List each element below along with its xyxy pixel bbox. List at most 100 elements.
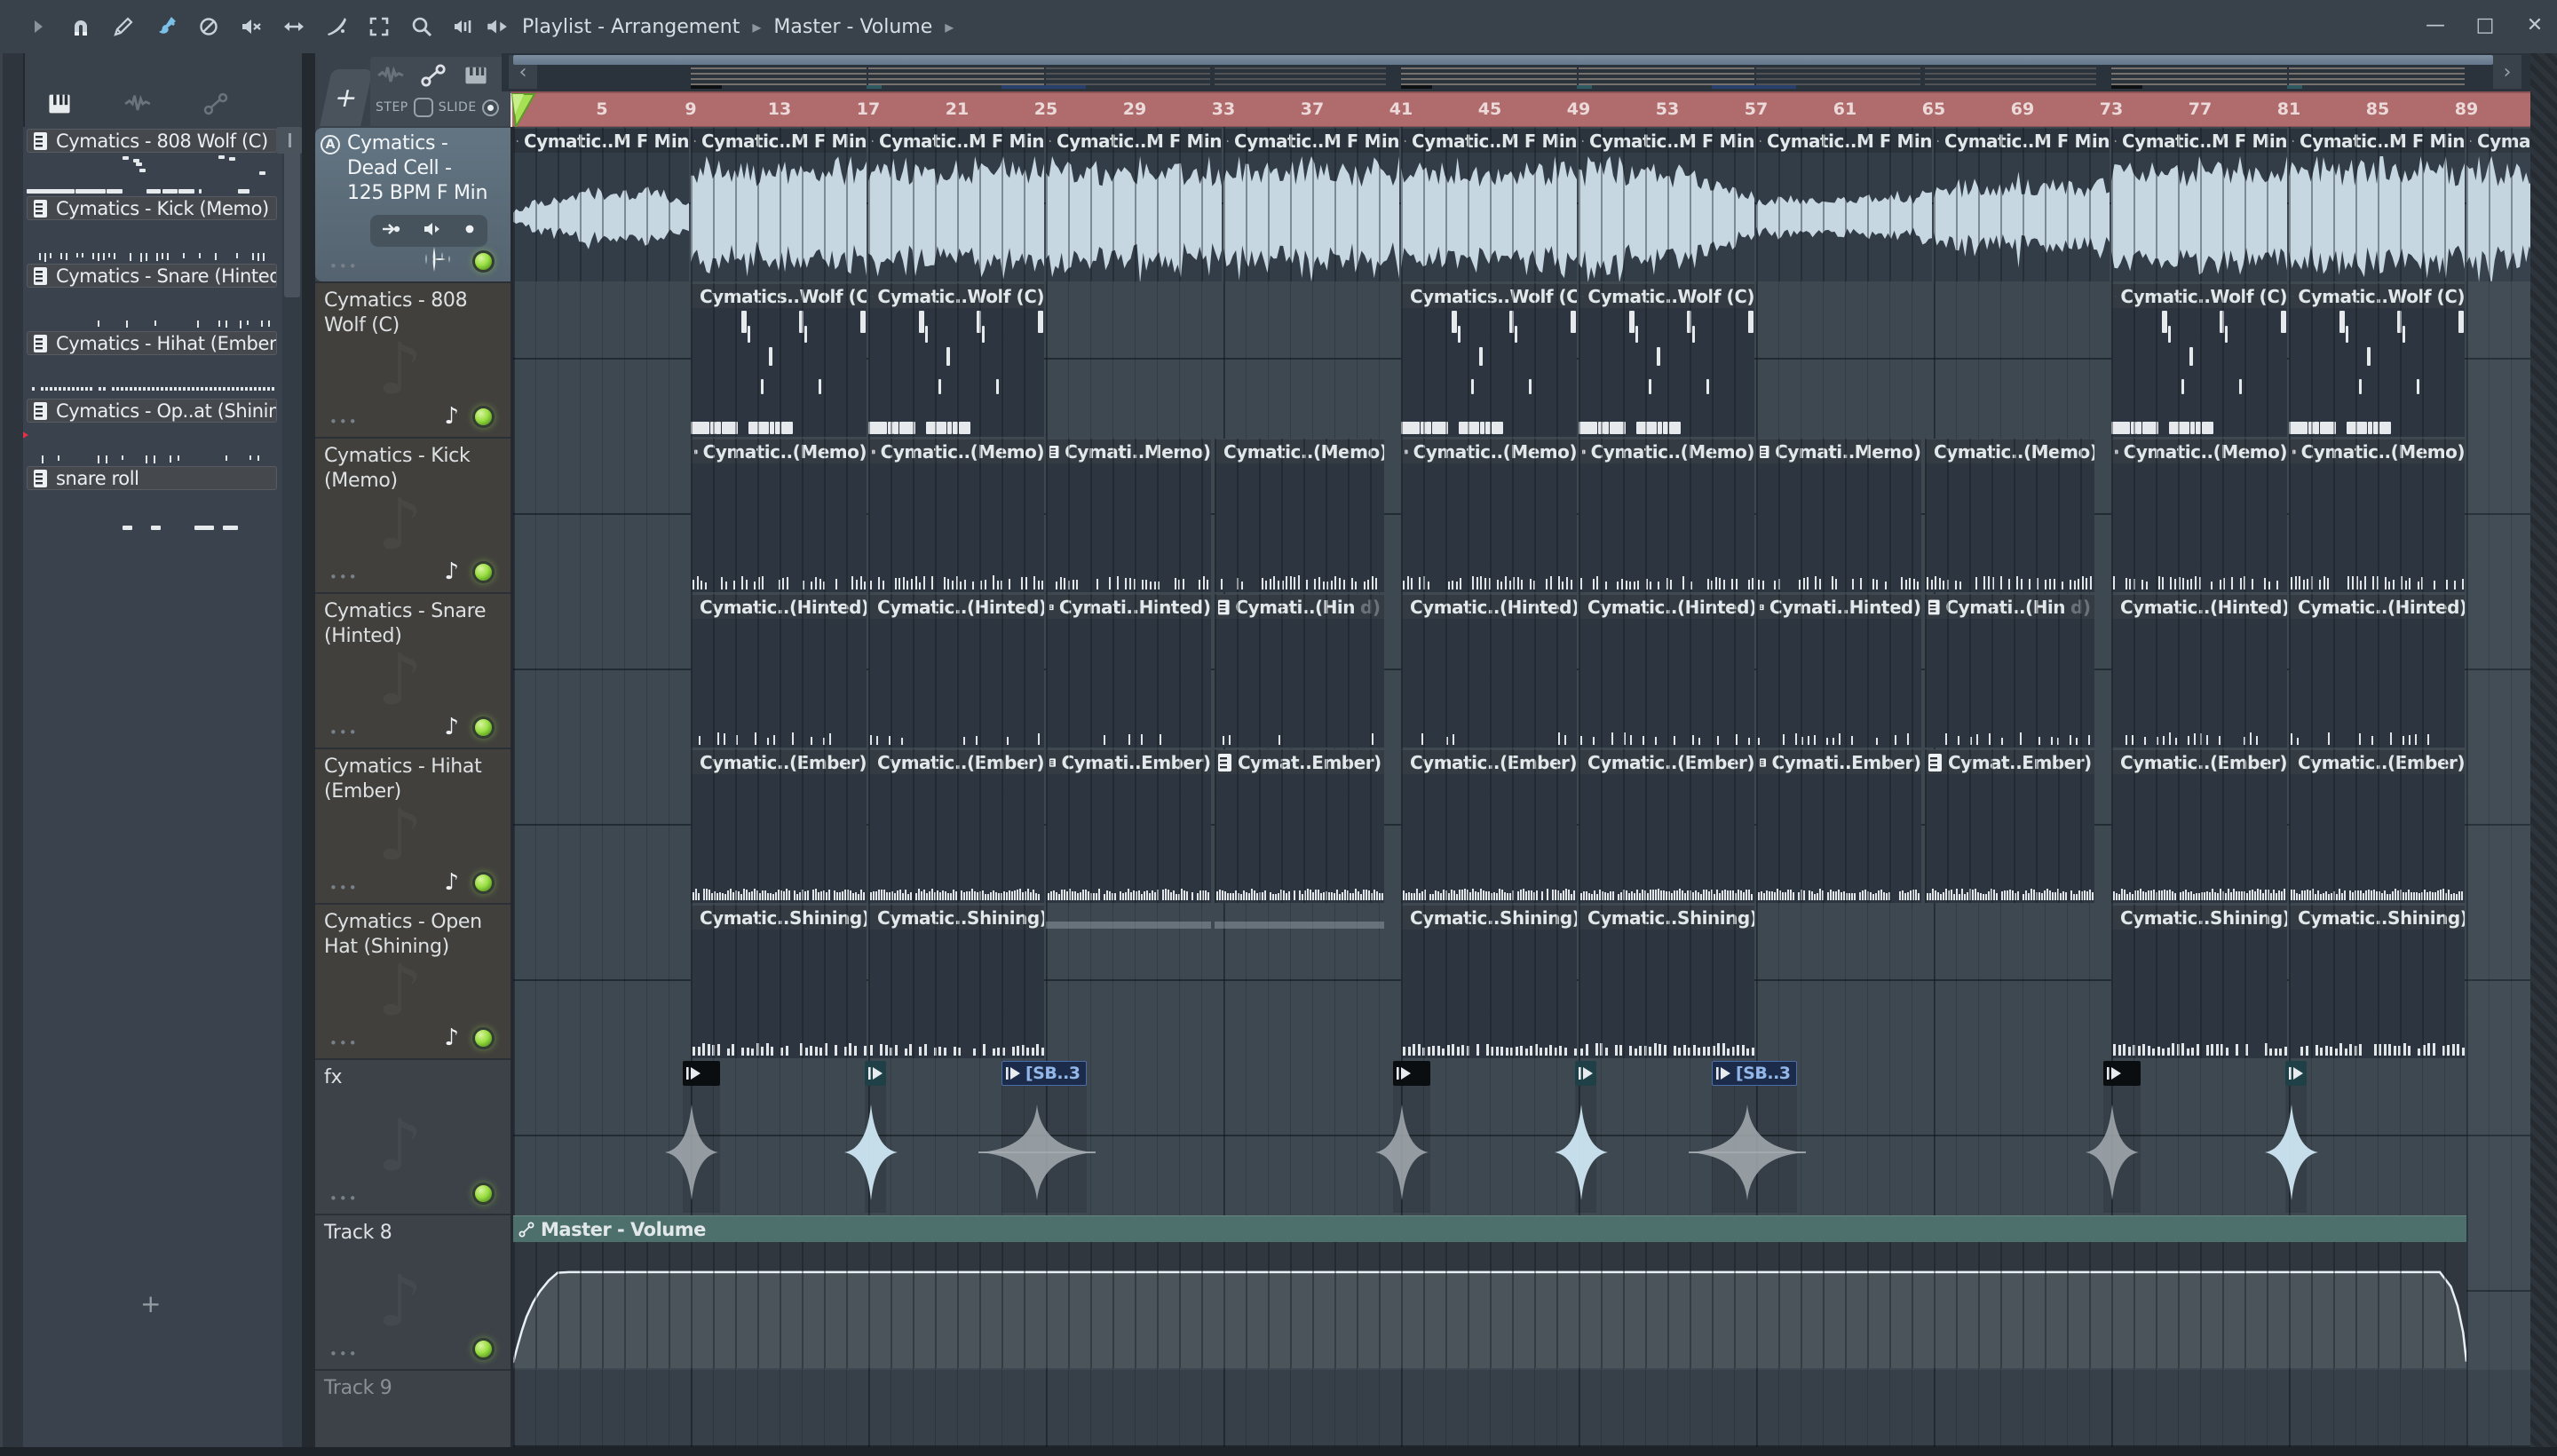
- audio-clip[interactable]: Cymatic..M F Min: [868, 128, 1044, 281]
- automation-curve[interactable]: [513, 1242, 2468, 1368]
- maximize-button[interactable]: □: [2472, 14, 2498, 36]
- pattern-clip[interactable]: Cymatic..(Memo): [1579, 439, 1754, 592]
- pattern-clip[interactable]: Cymatic..(Hinted): [1401, 594, 1577, 748]
- picker-item-openhat[interactable]: Cymatics - Op..at (Shining): [27, 399, 277, 423]
- automation-tool-icon[interactable]: [420, 62, 447, 89]
- audio-clip[interactable]: Cymatic..M F Min: [1756, 128, 1932, 281]
- fx-clip[interactable]: [682, 1061, 720, 1086]
- pattern-clip[interactable]: Cymatic..Shining): [868, 905, 1044, 1058]
- pattern-clip[interactable]: Cymatic..(Memo): [868, 439, 1044, 592]
- pattern-clip[interactable]: Cymatic..(Memo): [691, 439, 867, 592]
- picker-item-snare[interactable]: Cymatics - Snare (Hinted): [27, 264, 277, 288]
- slip-stretch-icon-button[interactable]: [281, 13, 307, 40]
- pattern-clip[interactable]: Cymatic..(Hinted): [1579, 594, 1754, 748]
- picker-scroll-top-button[interactable]: [276, 127, 303, 154]
- pattern-clip[interactable]: Cymati..Memo): [1046, 439, 1211, 592]
- track-header-3[interactable]: ♪Cymatics - Kick (Memo)♪•••: [315, 439, 511, 592]
- pattern-clip[interactable]: Cymatic..(Hinted): [2289, 594, 2465, 748]
- picker-item-kick[interactable]: Cymatics - Kick (Memo): [27, 196, 277, 220]
- track-enable-led[interactable]: [472, 561, 495, 583]
- pattern-clip[interactable]: Cymatic..(Memo): [2111, 439, 2287, 592]
- piano-view-icon[interactable]: [46, 91, 73, 117]
- pattern-clip[interactable]: Cymatic..Shining): [1401, 905, 1577, 1058]
- audio-clip[interactable]: Cymatic..M F Min: [2111, 128, 2287, 281]
- slide-radio[interactable]: [481, 99, 499, 116]
- mute-icon-button[interactable]: [238, 13, 265, 40]
- track-enable-led[interactable]: [472, 406, 495, 428]
- pattern-clip[interactable]: Cymatic..Wolf (C): [868, 283, 1044, 437]
- fx-clip[interactable]: [SB..3: [1712, 1061, 1798, 1086]
- audio-clip[interactable]: Cymatic..M F Min: [1223, 128, 1399, 282]
- track-header-1[interactable]: Cymatics - Dead Cell - 125 BPM F Min A •••: [315, 128, 511, 281]
- pattern-clip[interactable]: Cymati..(Hin d): [1215, 594, 1384, 748]
- record-into-icon[interactable]: [380, 218, 401, 243]
- pattern-clip[interactable]: Cymatic..(Ember): [2289, 749, 2465, 903]
- fx-clip[interactable]: [2102, 1061, 2141, 1086]
- fx-clip[interactable]: [1392, 1061, 1430, 1086]
- minimize-button[interactable]: —: [2422, 14, 2449, 36]
- horizontal-scrollbar[interactable]: [513, 55, 2493, 65]
- picker-item-hihat[interactable]: Cymatics - Hihat (Ember): [27, 331, 277, 355]
- blend-notes-icon[interactable]: [422, 246, 459, 276]
- track-enable-led[interactable]: [472, 1027, 495, 1049]
- track-header-8[interactable]: ♪Track 8•••: [315, 1215, 511, 1369]
- pattern-clip[interactable]: Cymatic..(Hinted): [868, 594, 1044, 748]
- pattern-clip[interactable]: Cymatic..Shining): [2289, 905, 2465, 1058]
- scroll-right-button[interactable]: ›: [2493, 55, 2521, 89]
- audio-clip[interactable]: Cymatic..M F Min: [691, 128, 867, 281]
- pattern-clip[interactable]: Cymatic..(Hinted): [2111, 594, 2287, 748]
- slice-icon-button[interactable]: [323, 13, 350, 40]
- breadcrumb-target[interactable]: Master - Volume: [773, 16, 932, 38]
- pattern-clip[interactable]: Cymatic..(Ember): [2111, 749, 2287, 903]
- track-enable-led[interactable]: [472, 716, 495, 739]
- pattern-clip[interactable]: Cymatics..Wolf (C): [1401, 283, 1577, 437]
- pattern-clip[interactable]: Cymati..Hinted): [1756, 594, 1921, 748]
- pattern-clip[interactable]: Cymatic..(Ember): [1401, 749, 1577, 903]
- pattern-clip[interactable]: Cymatic..Wolf (C): [2289, 283, 2465, 437]
- pattern-clip[interactable]: Cymatic..(Hinted): [691, 594, 867, 748]
- pattern-clip[interactable]: Cymat..Ember): [1925, 749, 2094, 903]
- pattern-clip[interactable]: Cymatic..Shining): [2111, 905, 2287, 1058]
- track-enable-led[interactable]: [472, 872, 495, 894]
- pattern-clip[interactable]: Cymatic..(Ember): [1579, 749, 1754, 903]
- fx-clip[interactable]: [2285, 1061, 2307, 1086]
- playhead-marker[interactable]: [511, 93, 538, 129]
- track-header-7[interactable]: ♪fx•••: [315, 1060, 511, 1214]
- zoom-icon-button[interactable]: [408, 13, 435, 40]
- draw-pencil-icon-button[interactable]: [110, 13, 137, 40]
- snap-magnet-icon-button[interactable]: [67, 13, 94, 40]
- pattern-clip[interactable]: Cymatic..(Ember): [691, 749, 867, 903]
- delete-icon-button[interactable]: [195, 13, 222, 40]
- state-dot-icon[interactable]: [462, 221, 478, 241]
- pattern-clip[interactable]: Cymatic..Shining): [691, 905, 867, 1058]
- audio-clip[interactable]: Cymatic..M F Min: [1934, 128, 2110, 281]
- pattern-clip[interactable]: Cymati..Memo): [1756, 439, 1921, 592]
- speaker-icon[interactable]: [421, 218, 442, 243]
- wave-tool-icon[interactable]: [377, 62, 404, 89]
- audio-clip[interactable]: Cymatic..M F Min: [2289, 128, 2465, 281]
- add-arrangement-tab[interactable]: +: [320, 69, 373, 126]
- track-header-4[interactable]: ♪Cymatics - Snare (Hinted)♪•••: [315, 594, 511, 748]
- track-enable-led[interactable]: [472, 1183, 495, 1205]
- paint-brush-icon-button[interactable]: [153, 13, 179, 40]
- track-enable-led[interactable]: [472, 250, 495, 273]
- pattern-clip[interactable]: Cymatic..Shining): [1579, 905, 1754, 1058]
- audio-clip[interactable]: Cymatic..M F Min: [1579, 128, 1754, 283]
- playback-icon-button[interactable]: [451, 13, 478, 40]
- piano-tool-icon[interactable]: [463, 62, 489, 89]
- step-checkbox[interactable]: [413, 98, 433, 117]
- pattern-clip[interactable]: Cymat..Ember): [1215, 749, 1384, 903]
- picker-add-button[interactable]: +: [140, 1289, 161, 1318]
- track-header-5[interactable]: ♪Cymatics - Hihat (Ember)♪•••: [315, 749, 511, 903]
- fx-clip[interactable]: [1575, 1061, 1596, 1086]
- automation-clip-header[interactable]: Master - Volume: [513, 1215, 2466, 1242]
- audio-clip[interactable]: Cymatic..M F Min: [513, 128, 689, 281]
- fx-clip[interactable]: [SB..3: [1001, 1061, 1088, 1086]
- fx-clip[interactable]: [865, 1061, 886, 1086]
- track-header-6[interactable]: ♪Cymatics - Open Hat (Shining)♪•••: [315, 905, 511, 1058]
- track-header-2[interactable]: ♪Cymatics - 808 Wolf (C)♪•••: [315, 283, 511, 437]
- pattern-clip[interactable]: Cymatic..(Memo): [2289, 439, 2465, 592]
- pattern-clip[interactable]: Cymatic..(Memo): [1925, 439, 2094, 592]
- menu-arrow-icon-button[interactable]: [25, 13, 51, 40]
- close-button[interactable]: ✕: [2521, 14, 2548, 36]
